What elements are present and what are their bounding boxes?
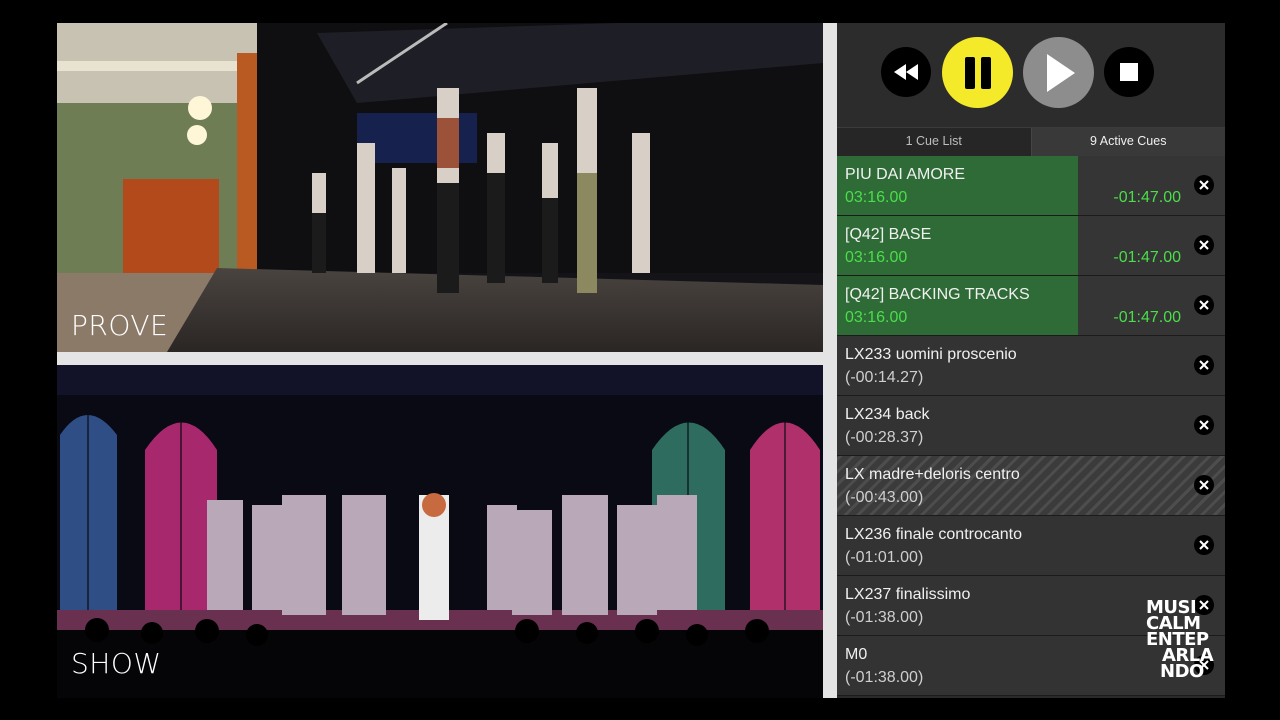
video-divider bbox=[57, 352, 823, 365]
cue-name: LX236 finale controcanto bbox=[845, 526, 1023, 543]
cue-name: LX234 back bbox=[845, 406, 930, 423]
close-cue-button[interactable] bbox=[1194, 475, 1214, 495]
tab-active-cues[interactable]: 9 Active Cues bbox=[1031, 128, 1225, 156]
cue-name: [Q42] BACKING TRACKS bbox=[845, 286, 1030, 303]
cue-elapsed-time: (-01:38.00) bbox=[845, 609, 924, 626]
close-cue-button[interactable] bbox=[1194, 535, 1214, 555]
rehearsal-stage-image bbox=[57, 23, 823, 352]
pause-icon bbox=[964, 56, 991, 89]
transport-bar bbox=[837, 23, 1225, 127]
show-stage-image bbox=[57, 365, 823, 698]
tab-cue-list[interactable]: 1 Cue List bbox=[837, 128, 1032, 156]
cue-elapsed-time: 03:16.00 bbox=[845, 309, 908, 326]
cue-tabs: 1 Cue List 9 Active Cues bbox=[837, 127, 1225, 157]
video-label-show: SHOW bbox=[71, 647, 162, 680]
video-prove: PROVE bbox=[57, 23, 823, 352]
cue-elapsed-time: 03:16.00 bbox=[845, 189, 908, 206]
cue-elapsed-time: (-01:38.00) bbox=[845, 669, 924, 686]
pause-button[interactable] bbox=[942, 37, 1013, 108]
cue-row[interactable]: PIU DAI AMORE 03:16.00 -01:47.00 bbox=[837, 156, 1225, 216]
cue-row[interactable]: [Q42] BACKING TRACKS 03:16.00 -01:47.00 bbox=[837, 276, 1225, 336]
cue-elapsed-time: (-00:14.27) bbox=[845, 369, 924, 386]
close-icon bbox=[1199, 240, 1209, 250]
close-icon bbox=[1199, 300, 1209, 310]
close-icon bbox=[1199, 180, 1209, 190]
play-button[interactable] bbox=[1023, 37, 1094, 108]
cue-elapsed-time: 03:16.00 bbox=[845, 249, 908, 266]
cue-remaining-time: -01:47.00 bbox=[1113, 309, 1181, 326]
stop-icon bbox=[1120, 63, 1138, 81]
rewind-button[interactable] bbox=[881, 47, 931, 97]
cue-elapsed-time: (-00:28.37) bbox=[845, 429, 924, 446]
cue-row[interactable]: LX233 uomini proscenio (-00:14.27) bbox=[837, 336, 1225, 396]
close-cue-button[interactable] bbox=[1194, 175, 1214, 195]
close-cue-button[interactable] bbox=[1194, 295, 1214, 315]
cue-name: LX233 uomini proscenio bbox=[845, 346, 1017, 363]
rewind-icon bbox=[894, 64, 918, 80]
cue-elapsed-time: (-00:43.00) bbox=[845, 489, 924, 506]
play-icon bbox=[1046, 53, 1075, 92]
close-cue-button[interactable] bbox=[1194, 355, 1214, 375]
close-cue-button[interactable] bbox=[1194, 235, 1214, 255]
stop-button[interactable] bbox=[1104, 47, 1154, 97]
cue-row[interactable]: LX234 back (-00:28.37) bbox=[837, 396, 1225, 456]
cue-row[interactable]: LX236 finale controcanto (-01:01.00) bbox=[837, 516, 1225, 576]
panel-divider bbox=[823, 23, 837, 698]
cue-name: LX madre+deloris centro bbox=[845, 466, 1020, 483]
close-icon bbox=[1199, 360, 1209, 370]
cue-name: LX237 finalissimo bbox=[845, 586, 971, 603]
cue-name: M0 bbox=[845, 646, 868, 663]
video-show: SHOW bbox=[57, 365, 823, 698]
logo-line: NDO bbox=[1160, 661, 1204, 682]
cue-row[interactable]: LX madre+deloris centro (-00:43.00) bbox=[837, 456, 1225, 516]
cue-elapsed-time: (-01:01.00) bbox=[845, 549, 924, 566]
close-cue-button[interactable] bbox=[1194, 415, 1214, 435]
cue-name: [Q42] BASE bbox=[845, 226, 932, 243]
video-label-prove: PROVE bbox=[71, 309, 169, 342]
logo: MUSI CALM ENTEP ARLA NDO bbox=[1146, 599, 1220, 682]
close-icon bbox=[1199, 420, 1209, 430]
cue-name: PIU DAI AMORE bbox=[845, 166, 966, 183]
close-icon bbox=[1199, 480, 1209, 490]
close-icon bbox=[1199, 540, 1209, 550]
cue-remaining-time: -01:47.00 bbox=[1113, 249, 1181, 266]
cue-remaining-time: -01:47.00 bbox=[1113, 189, 1181, 206]
cue-row[interactable]: [Q42] BASE 03:16.00 -01:47.00 bbox=[837, 216, 1225, 276]
